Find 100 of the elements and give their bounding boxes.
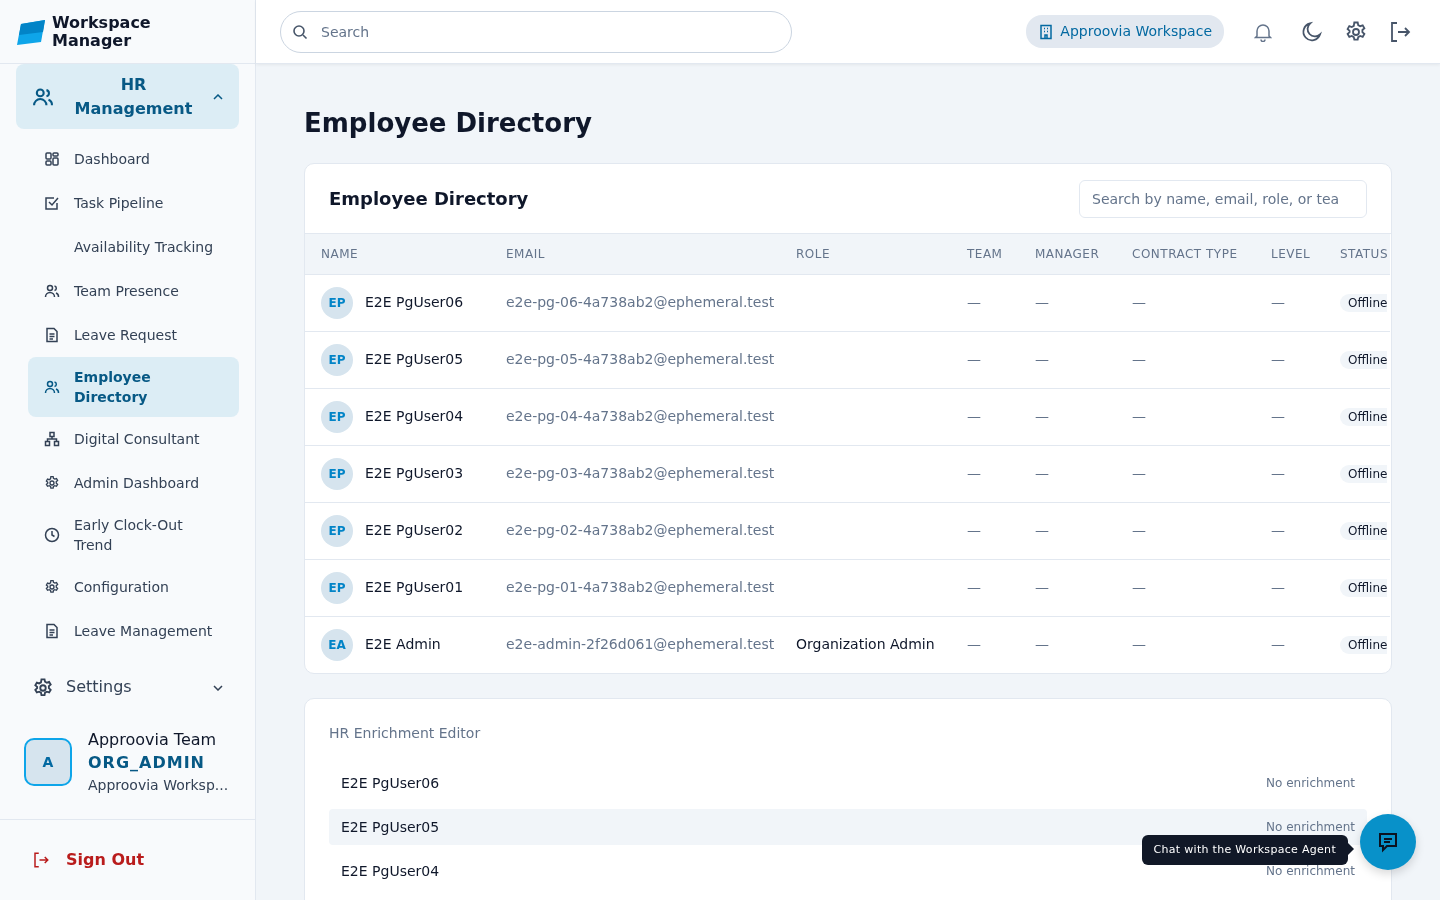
empty-value: — [967,579,981,596]
hierarchy-icon [44,431,60,447]
nav-group[interactable]: HR Management [16,64,239,129]
column-header: STATUS [1340,246,1389,261]
search-field[interactable]: Search by name, email, role, or tea [1079,179,1367,218]
empty-value: — [967,636,981,653]
employee-name: E2E PgUser04 [341,861,440,881]
section-title: HR Enrichment Editor [329,724,482,744]
gear-icon [44,579,60,595]
building-icon [1038,23,1055,40]
column-header: ROLE [796,246,831,261]
sidebar-item[interactable]: Leave Request [28,313,239,357]
sign-out-button[interactable]: Sign Out [0,820,255,900]
enrichment-status: No enrichment [1266,775,1355,793]
email-text: e2e-pg-02-4a738ab2@ephemeral.test [506,522,775,539]
email-text: e2e-pg-06-4a738ab2@ephemeral.test [506,294,775,311]
avatar: EP [321,343,353,376]
email-text: e2e-pg-04-4a738ab2@ephemeral.test [506,408,775,425]
avatar: EP [321,457,353,490]
chat-icon [1377,831,1399,853]
column-header: MANAGER [1035,246,1100,261]
role-text: Organization Admin [796,636,935,653]
employee-name: E2E PgUser05 [365,350,464,370]
status-pill: Offline [1340,522,1388,541]
email-text: e2e-pg-01-4a738ab2@ephemeral.test [506,579,775,596]
user-avatar: A [24,738,72,786]
column-header: TEAM [967,246,1003,261]
tooltip: Chat with the Workspace Agent [1141,834,1348,865]
sidebar-item[interactable]: Digital Consultant [28,417,239,461]
empty-value: — [1035,522,1049,539]
empty-value: — [1271,465,1285,482]
card-title: Employee Directory [329,187,529,212]
empty-value: — [1132,465,1146,482]
status-pill: Offline [1340,294,1388,313]
column-header: LEVEL [1271,246,1311,261]
sidebar-item[interactable]: Leave Management [28,609,239,653]
user-workspace: Approovia Worksp... [88,776,229,795]
empty-value: — [967,351,981,368]
sidebar-item[interactable]: Availability Tracking [28,225,239,269]
sidebar-item[interactable]: Team Presence [28,269,239,313]
tooltip-arrow [1348,843,1354,855]
empty-value: — [1035,294,1049,311]
email-text: e2e-admin-2f26d061@ephemeral.test [506,636,775,653]
sidebar-item[interactable]: Configuration [28,565,239,609]
gear-icon [32,676,54,699]
empty-value: — [1132,294,1146,311]
document-icon [44,623,60,639]
sidebar-item[interactable]: Task Pipeline [28,181,239,225]
enrichment-row[interactable]: E2E PgUser05 No enrichment [329,809,1367,846]
empty-value: — [1035,351,1049,368]
search-field[interactable]: Search [280,10,792,53]
email-text: e2e-pg-03-4a738ab2@ephemeral.test [506,465,775,482]
empty-value: — [967,408,981,425]
search-icon [292,23,308,40]
sidebar-item[interactable]: Employee Directory [28,357,239,417]
logout-icon [32,851,50,869]
employee-name: E2E PgUser06 [365,293,464,313]
employee-name: E2E PgUser02 [365,521,464,541]
status-pill: Offline [1340,636,1388,655]
empty-value: — [1271,351,1285,368]
logo-icon [16,17,46,46]
enrichment-status: No enrichment [1266,863,1355,881]
checkbox-icon [44,195,60,211]
enrichment-status: No enrichment [1266,819,1355,837]
employee-name: E2E PgUser05 [341,817,440,837]
people-icon [44,283,60,299]
chevron-up-icon [213,94,223,100]
empty-value: — [1035,465,1049,482]
app-title: Workspace Manager [52,13,152,50]
empty-value: — [1132,579,1146,596]
empty-value: — [1132,408,1146,425]
empty-value: — [1132,351,1146,368]
sidebar-item[interactable]: Dashboard [28,137,239,181]
empty-value: — [1035,408,1049,425]
employee-name: E2E PgUser06 [341,773,440,793]
chat-button[interactable] [1360,814,1416,870]
enrichment-row[interactable]: E2E PgUser06 No enrichment [329,765,1367,802]
empty-value: — [967,522,981,539]
sidebar-item[interactable]: Admin Dashboard [28,461,239,505]
empty-value: — [1271,636,1285,653]
nav-group[interactable]: Settings [16,667,239,707]
workspace-button[interactable]: Approovia Workspace [1026,15,1224,48]
employee-name: E2E PgUser04 [365,407,464,427]
gear-icon [44,475,60,491]
employee-name: E2E PgUser03 [365,464,464,484]
user-role: ORG_ADMIN [88,752,206,774]
empty-value: — [1132,522,1146,539]
empty-value: — [1132,636,1146,653]
avatar: EP [321,514,353,547]
avatar: EP [321,571,353,604]
empty-value: — [1035,579,1049,596]
people-icon [44,379,60,395]
empty-value: — [967,294,981,311]
empty-value: — [967,465,981,482]
column-header: NAME [321,246,359,261]
chevron-down-icon [213,684,223,691]
avatar: EA [321,628,353,661]
page-title: Employee Directory [304,108,593,140]
people-icon [32,86,54,108]
sidebar-item[interactable]: Early Clock-Out Trend [28,505,239,565]
